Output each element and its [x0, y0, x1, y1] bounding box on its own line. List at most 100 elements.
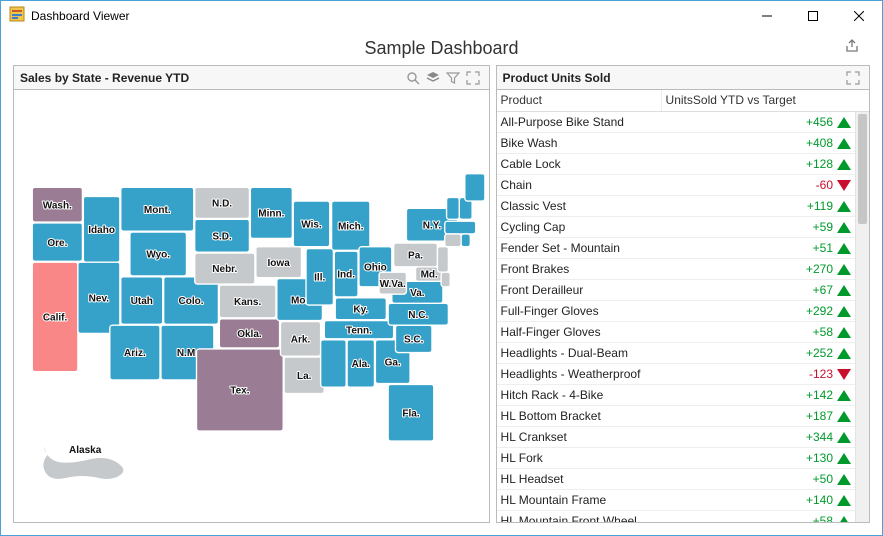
trend-up-icon [837, 159, 851, 170]
table-row[interactable]: Front Derailleur+67 [497, 280, 855, 301]
map-panel-header: Sales by State - Revenue YTD [14, 66, 489, 90]
minimize-button[interactable] [744, 1, 790, 31]
table-row[interactable]: Hitch Rack - 4-Bike+142 [497, 385, 855, 406]
table-row[interactable]: Half-Finger Gloves +58 [497, 322, 855, 343]
close-button[interactable] [836, 1, 882, 31]
product-cell: Chain [497, 178, 662, 192]
state-label: Wash. [43, 200, 72, 211]
export-button[interactable] [844, 38, 860, 59]
state-label: Kans. [234, 297, 261, 308]
app-icon [9, 6, 25, 27]
table-row[interactable]: Chain-60 [497, 175, 855, 196]
trend-up-icon [837, 390, 851, 401]
state-shape[interactable] [445, 234, 461, 247]
table-row[interactable]: Full-Finger Gloves+292 [497, 301, 855, 322]
state-label: Mont. [144, 205, 171, 216]
product-cell: Fender Set - Mountain [497, 241, 662, 255]
delta-value: +408 [806, 136, 833, 150]
state-label: Tenn. [346, 325, 372, 336]
state-shape[interactable] [321, 340, 347, 387]
delta-value: +140 [806, 493, 833, 507]
delta-cell: +58 [662, 325, 855, 339]
product-cell: Front Derailleur [497, 283, 662, 297]
state-label: Alaska [69, 445, 102, 456]
trend-up-icon [837, 432, 851, 443]
trend-down-icon [837, 369, 851, 380]
table-row[interactable]: Front Brakes+270 [497, 259, 855, 280]
product-cell: Half-Finger Gloves [497, 325, 662, 339]
product-cell: Classic Vest [497, 199, 662, 213]
delta-value: +292 [806, 304, 833, 318]
maximize-button[interactable] [790, 1, 836, 31]
delta-cell: +344 [662, 430, 855, 444]
table-row[interactable]: HL Crankset+344 [497, 427, 855, 448]
scrollbar-thumb[interactable] [858, 114, 867, 224]
state-label: Md. [421, 270, 438, 281]
table-row[interactable]: HL Fork+130 [497, 448, 855, 469]
table-row[interactable]: Cable Lock +128 [497, 154, 855, 175]
delta-cell: +408 [662, 136, 855, 150]
state-label: N.C. [408, 310, 428, 321]
map-panel-title: Sales by State - Revenue YTD [20, 71, 189, 85]
trend-down-icon [837, 180, 851, 191]
table-row[interactable]: Cycling Cap+59 [497, 217, 855, 238]
delta-cell: +119 [662, 199, 855, 213]
table-row[interactable]: Fender Set - Mountain+51 [497, 238, 855, 259]
delta-cell: +67 [662, 283, 855, 297]
grid-panel: Product Units Sold Product UnitsSold YTD… [496, 65, 870, 523]
state-label: Pa. [408, 251, 423, 262]
trend-up-icon [837, 474, 851, 485]
state-label: Okla. [237, 329, 262, 340]
column-metric[interactable]: UnitsSold YTD vs Target [662, 90, 869, 111]
column-product[interactable]: Product [497, 90, 662, 111]
maximize-grid-icon[interactable] [843, 68, 863, 88]
delta-value: +59 [813, 220, 833, 234]
grid-panel-header: Product Units Sold [497, 66, 869, 90]
state-shape[interactable] [437, 247, 448, 273]
state-label: N.Y. [423, 220, 442, 231]
table-row[interactable]: HL Mountain Front Wheel+58 [497, 511, 855, 522]
delta-value: +128 [806, 157, 833, 171]
table-row[interactable]: Bike Wash+408 [497, 133, 855, 154]
state-label: Ill. [314, 272, 325, 283]
state-shape[interactable] [441, 272, 450, 287]
layers-icon[interactable] [423, 68, 443, 88]
product-cell: Cable Lock [497, 157, 662, 171]
table-row[interactable]: All-Purpose Bike Stand+456 [497, 112, 855, 133]
maximize-panel-icon[interactable] [463, 68, 483, 88]
state-shape[interactable] [461, 234, 470, 247]
trend-up-icon [837, 516, 851, 523]
trend-up-icon [837, 327, 851, 338]
state-shape[interactable] [465, 174, 485, 201]
state-label: N.D. [212, 199, 232, 210]
table-row[interactable]: HL Bottom Bracket+187 [497, 406, 855, 427]
state-shape[interactable] [447, 197, 460, 219]
delta-value: +58 [813, 325, 833, 339]
trend-up-icon [837, 201, 851, 212]
zoom-icon[interactable] [403, 68, 423, 88]
delta-cell: -123 [662, 367, 855, 381]
map-body[interactable]: Wash.Ore.Calif.IdahoNev.Mont.Wyo.UtahAri… [14, 90, 489, 522]
window-title: Dashboard Viewer [31, 9, 130, 23]
delta-cell: +187 [662, 409, 855, 423]
state-shape[interactable] [445, 221, 476, 234]
app-window: Dashboard Viewer Sample Dashboard Sales … [0, 0, 883, 536]
table-row[interactable]: Headlights - Weatherproof-123 [497, 364, 855, 385]
delta-value: +187 [806, 409, 833, 423]
table-row[interactable]: Classic Vest+119 [497, 196, 855, 217]
state-label: Ind. [337, 270, 355, 281]
delta-cell: +142 [662, 388, 855, 402]
table-row[interactable]: Headlights - Dual-Beam+252 [497, 343, 855, 364]
delta-cell: +140 [662, 493, 855, 507]
state-label: Va. [410, 288, 425, 299]
titlebar[interactable]: Dashboard Viewer [1, 1, 882, 31]
table-row[interactable]: HL Headset+50 [497, 469, 855, 490]
state-label: Fla. [402, 408, 419, 419]
state-label: Wyo. [146, 250, 170, 261]
vertical-scrollbar[interactable] [855, 112, 869, 522]
delta-cell: +292 [662, 304, 855, 318]
trend-up-icon [837, 138, 851, 149]
filter-icon[interactable] [443, 68, 463, 88]
delta-cell: -60 [662, 178, 855, 192]
table-row[interactable]: HL Mountain Frame+140 [497, 490, 855, 511]
